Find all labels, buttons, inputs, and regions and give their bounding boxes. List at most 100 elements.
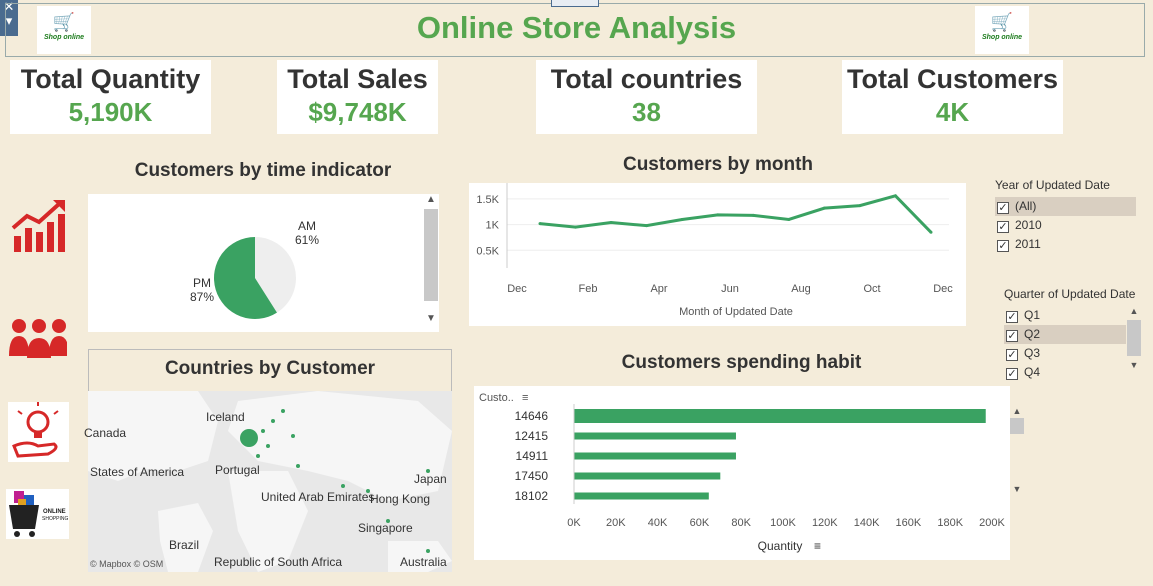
y-tick-label: 0.5K	[476, 245, 499, 257]
pie-scrollbar[interactable]: ▲ ▼	[424, 194, 438, 332]
scroll-thumb[interactable]	[424, 209, 438, 301]
drag-handle[interactable]	[551, 0, 599, 7]
line-point[interactable]	[680, 217, 684, 221]
year-filter-title: Year of Updated Date	[995, 178, 1110, 192]
line-point[interactable]	[893, 194, 897, 198]
scroll-down-icon[interactable]: ▼	[1010, 484, 1024, 494]
line-point[interactable]	[574, 225, 578, 229]
map-label: Brazil	[169, 538, 200, 552]
x-tick-label: 0K	[567, 517, 581, 529]
line-point[interactable]	[929, 230, 933, 234]
scroll-up-icon[interactable]: ▲	[424, 194, 438, 205]
checkbox-icon[interactable]: ✓	[997, 240, 1009, 252]
line-point[interactable]	[538, 222, 542, 226]
option-label: Q4	[1024, 365, 1041, 379]
map-canvas[interactable]: Iceland Canada States of America Portuga…	[84, 391, 452, 572]
x-tick-label: 100K	[770, 517, 796, 529]
scroll-down-icon[interactable]: ▼	[424, 313, 438, 324]
x-tick-label: Jun	[721, 283, 739, 295]
kpi-value: 4K	[935, 97, 970, 127]
year-option-2011[interactable]: ✓ 2011	[995, 235, 1136, 254]
bar-chart: Custo.. ≡ 14646 12415 14911 17450 18102 0K 20K 40…	[479, 392, 1006, 553]
bar-12415[interactable]	[574, 432, 736, 440]
map-point	[261, 429, 265, 433]
map-point	[291, 434, 295, 438]
line-series[interactable]	[539, 194, 933, 234]
kpi-total-sales: Total Sales $9,748K	[277, 60, 438, 134]
x-tick-label: Apr	[650, 283, 667, 295]
map-point	[266, 444, 270, 448]
bar-category-label: 18102	[515, 489, 549, 503]
checkbox-icon[interactable]: ✓	[997, 221, 1009, 233]
map-point	[341, 484, 345, 488]
line-point[interactable]	[609, 221, 613, 225]
scroll-up-icon[interactable]: ▲	[1010, 406, 1024, 416]
sort-icon[interactable]: ≡	[522, 392, 528, 404]
map-title: Countries by Customer	[164, 358, 376, 379]
x-tick-label: 160K	[896, 517, 922, 529]
quarter-scrollbar[interactable]: ▲ ▼	[1127, 306, 1141, 382]
x-tick-label: 60K	[690, 517, 710, 529]
line-point[interactable]	[787, 217, 791, 221]
map-label: Iceland	[206, 410, 245, 424]
bar-category-label: 12415	[515, 429, 549, 443]
kpi-value: $9,748K	[308, 97, 407, 127]
option-label: 2011	[1015, 237, 1041, 251]
map-point	[271, 419, 275, 423]
quarter-option-q1[interactable]: ✓ Q1	[1004, 306, 1126, 325]
scroll-down-icon[interactable]: ▼	[1127, 360, 1141, 370]
idea-hand-icon	[12, 402, 59, 458]
map-label: Portugal	[215, 463, 260, 477]
bar-14646[interactable]	[574, 409, 986, 423]
bar-14911[interactable]	[574, 452, 736, 460]
year-option-2010[interactable]: ✓ 2010	[995, 216, 1136, 235]
line-panel: 0.5K 1K 1.5K Dec Feb Apr Jun Aug Oct Dec Month of …	[469, 183, 966, 326]
sort-icon[interactable]: ≡	[814, 539, 821, 553]
x-tick-label: 40K	[648, 517, 668, 529]
scroll-thumb[interactable]	[1127, 320, 1141, 356]
pie-slice-label: 61%	[295, 233, 319, 247]
map-label: Hong Kong	[370, 492, 431, 506]
y-tick-label: 1K	[486, 220, 500, 232]
option-label: Q2	[1024, 327, 1041, 341]
map-label: Singapore	[358, 521, 413, 535]
quarter-filter-title: Quarter of Updated Date	[1004, 287, 1136, 301]
scroll-thumb[interactable]	[1010, 418, 1024, 434]
svg-text:SHOPPING: SHOPPING	[42, 516, 69, 522]
line-chart: 0.5K 1K 1.5K Dec Feb Apr Jun Aug Oct Dec Month of …	[476, 183, 953, 318]
bar-category-label: 14646	[515, 409, 549, 423]
map-label: United Arab Emirates	[261, 490, 375, 504]
scroll-up-icon[interactable]: ▲	[1127, 306, 1141, 316]
quarter-option-q2[interactable]: ✓ Q2	[1004, 325, 1126, 344]
quarter-option-q3[interactable]: ✓ Q3	[1004, 344, 1126, 363]
pie-slice-label: AM	[298, 219, 316, 233]
bar-18102[interactable]	[574, 492, 709, 500]
y-tick-label: 1.5K	[476, 194, 499, 206]
checkbox-icon[interactable]: ✓	[1006, 311, 1018, 323]
kpi-label: Total Sales	[287, 64, 428, 94]
x-tick-label: 20K	[606, 517, 626, 529]
option-label: Q3	[1024, 346, 1041, 360]
checkbox-icon[interactable]: ✓	[1006, 330, 1018, 342]
line-point[interactable]	[858, 204, 862, 208]
bar-scrollbar[interactable]: ▲ ▼	[1010, 406, 1024, 506]
kpi-total-customers: Total Customers 4K	[842, 60, 1063, 134]
map-label: Canada	[84, 426, 127, 440]
year-option-all[interactable]: ✓ (All)	[995, 197, 1136, 216]
world-map	[88, 391, 452, 572]
bar-17450[interactable]	[574, 472, 721, 480]
x-tick-label: 120K	[812, 517, 838, 529]
line-point[interactable]	[716, 213, 720, 217]
kpi-label: Total Quantity	[20, 64, 201, 94]
x-tick-label: 180K	[937, 517, 963, 529]
map-label: Australia	[400, 555, 447, 569]
quarter-option-q4[interactable]: ✓ Q4	[1004, 363, 1126, 382]
line-point[interactable]	[645, 224, 649, 228]
line-point[interactable]	[751, 213, 755, 217]
checkbox-icon[interactable]: ✓	[997, 202, 1009, 214]
x-tick-label: 80K	[731, 517, 751, 529]
line-point[interactable]	[822, 206, 826, 210]
idea-hand-icon-bg	[8, 402, 69, 462]
kpi-value: 38	[632, 97, 661, 127]
x-tick-label: Dec	[507, 283, 527, 295]
